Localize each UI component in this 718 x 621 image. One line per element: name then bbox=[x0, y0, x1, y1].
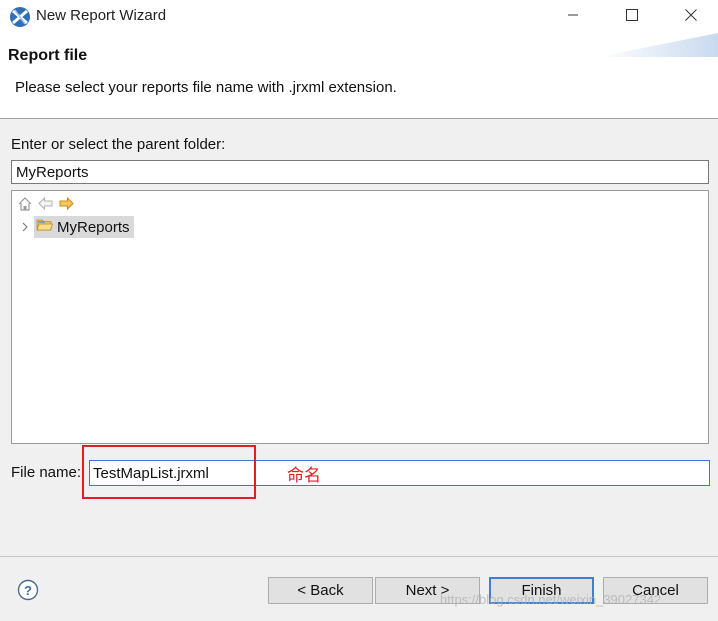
help-icon: ? bbox=[17, 579, 39, 605]
folder-tree[interactable]: MyReports bbox=[11, 190, 709, 444]
tree-toolbar bbox=[16, 195, 75, 213]
parent-folder-label: Enter or select the parent folder: bbox=[11, 136, 226, 153]
back-arrow-icon[interactable] bbox=[37, 195, 54, 212]
forward-arrow-icon[interactable] bbox=[58, 195, 75, 212]
footer-divider bbox=[0, 556, 718, 557]
tree-item-myreports[interactable]: MyReports bbox=[34, 216, 134, 238]
home-icon[interactable] bbox=[16, 195, 33, 212]
maximize-icon bbox=[626, 8, 638, 26]
page-title: Report file bbox=[8, 47, 88, 64]
back-button[interactable]: < Back bbox=[268, 577, 373, 604]
parent-folder-input[interactable] bbox=[11, 160, 709, 184]
minimize-button[interactable] bbox=[550, 0, 596, 33]
maximize-button[interactable] bbox=[609, 0, 655, 33]
annotation-highlight-box bbox=[82, 445, 256, 499]
eclipse-app-icon bbox=[9, 6, 31, 28]
tree-row[interactable]: MyReports bbox=[18, 215, 134, 239]
page-description: Please select your reports file name wit… bbox=[15, 79, 397, 96]
svg-text:?: ? bbox=[24, 583, 32, 598]
window-title: New Report Wizard bbox=[36, 7, 167, 24]
title-bar: New Report Wizard bbox=[0, 0, 718, 33]
header-banner-graphic bbox=[598, 33, 718, 57]
open-folder-icon bbox=[36, 218, 54, 237]
watermark-text: https://blog.csdn.net/weixin_39027342 bbox=[440, 592, 662, 607]
wizard-header: Report file Please select your reports f… bbox=[0, 33, 718, 119]
expand-chevron-icon[interactable] bbox=[18, 215, 32, 239]
tree-item-label: MyReports bbox=[57, 218, 130, 236]
annotation-text: 命名 bbox=[287, 466, 321, 485]
file-name-label: File name: bbox=[11, 464, 82, 481]
close-icon bbox=[685, 8, 697, 26]
minimize-icon bbox=[567, 8, 579, 26]
close-button[interactable] bbox=[668, 0, 714, 33]
help-button[interactable]: ? bbox=[17, 579, 39, 601]
